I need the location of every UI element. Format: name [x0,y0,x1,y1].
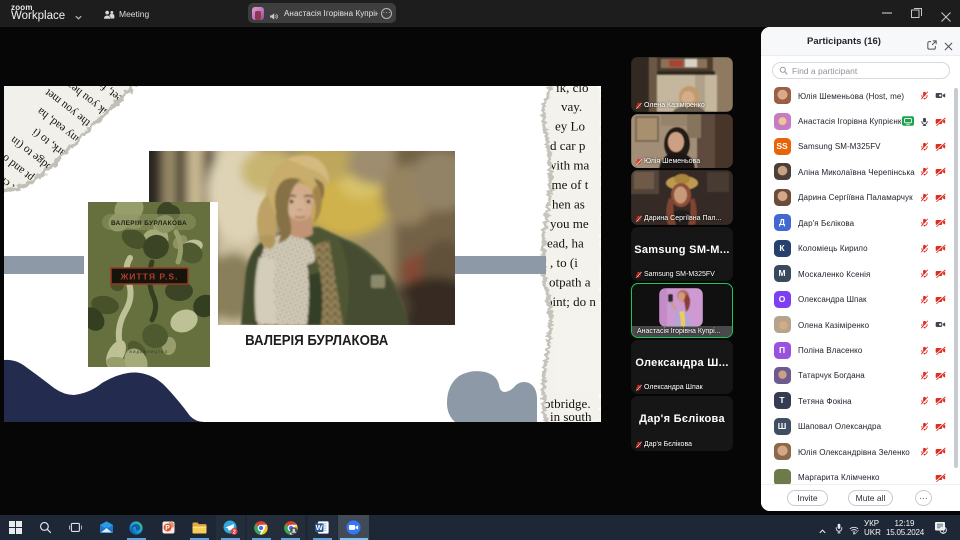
svg-text:vay.: vay. [561,99,582,114]
svg-text:ik, clo: ik, clo [556,86,589,95]
svg-text:oint; do n: oint; do n [546,294,596,309]
svg-text:ey Lo: ey Lo [555,119,585,134]
svg-text:you me: you me [550,216,589,231]
svg-text:ВАЛЕРІЯ БУРЛАКОВА: ВАЛЕРІЯ БУРЛАКОВА [111,220,187,227]
svg-text:d car p: d car p [550,138,585,153]
svg-text:ЖИТТЯ P.S.: ЖИТТЯ P.S. [119,272,178,282]
svg-text:with ma: with ma [547,158,589,173]
svg-text:ВИДАВНИЦТВО: ВИДАВНИЦТВО [130,350,169,354]
svg-text:ead, ha: ead, ha [547,236,584,251]
svg-text:, to (i: , to (i [550,255,578,270]
svg-text:otpath a: otpath a [549,275,591,290]
svg-text:W: W [316,523,324,532]
svg-text:P: P [165,525,170,532]
svg-text:hen as: hen as [552,197,585,212]
svg-text:in south: in south [550,409,592,422]
svg-text:2: 2 [232,530,235,536]
